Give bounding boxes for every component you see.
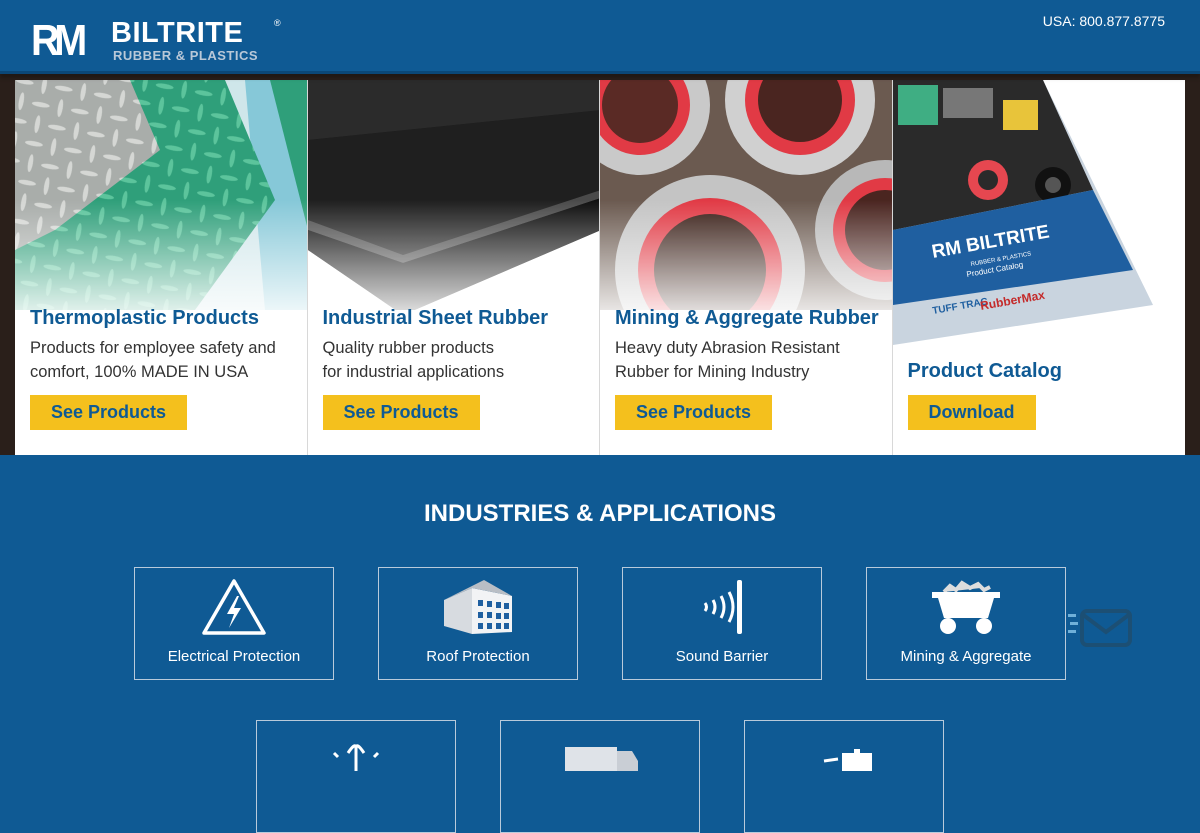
catalog-cover-image[interactable]: RM BILTRITE RUBBER & PLASTICS Product Ca… <box>892 80 1185 350</box>
card-title[interactable]: Industrial Sheet Rubber <box>323 307 549 330</box>
industries-title: INDUSTRIES & APPLICATIONS <box>423 500 777 527</box>
logo-subtitle: RUBBER & PLASTICS <box>113 48 259 63</box>
download-button[interactable]: Download <box>907 395 1036 430</box>
card-title[interactable]: Thermoplastic Products <box>30 307 259 330</box>
industry-electrical-protection[interactable]: Electrical Protection <box>134 567 334 680</box>
industry-mining-aggregate[interactable]: Mining & Aggregate <box>866 567 1066 680</box>
card-description: Products for employee safety and comfort,… <box>30 339 276 381</box>
product-band: Thermoplastic Products Products for empl… <box>0 74 1200 455</box>
logo-rm: RM <box>31 16 87 65</box>
rm-biltrite-logo[interactable]: RM BILTRITE ® RUBBER & PLASTICS <box>31 18 281 64</box>
logo-brand: BILTRITE <box>111 17 244 49</box>
vehicle-icon <box>823 749 872 771</box>
site-header: RM BILTRITE ® RUBBER & PLASTICS USA: 800… <box>0 0 1200 74</box>
card-product-catalog: RM BILTRITE RUBBER & PLASTICS Product Ca… <box>892 80 1185 455</box>
high-voltage-icon <box>202 579 266 635</box>
industry-roof-protection[interactable]: Roof Protection <box>378 567 578 680</box>
card-title[interactable]: Product Catalog <box>908 360 1062 383</box>
industry-label: Electrical Protection <box>167 648 301 665</box>
phone-number[interactable]: USA: 800.877.8775 <box>1043 13 1165 29</box>
building-icon <box>444 580 512 634</box>
mine-cart-icon <box>932 580 1000 634</box>
plant-icon <box>332 744 380 771</box>
product-cards: Thermoplastic Products Products for empl… <box>15 80 1185 455</box>
mail-button[interactable] <box>1066 608 1136 653</box>
card-mining-rubber: Mining & Aggregate Rubber Heavy duty Abr… <box>600 80 893 455</box>
industry-tile-row2-2[interactable] <box>500 720 700 833</box>
logo-registered: ® <box>274 18 281 28</box>
card-sheet-rubber: Industrial Sheet Rubber Quality rubber p… <box>307 80 600 455</box>
industry-tile-row2-1[interactable] <box>256 720 456 833</box>
see-products-button[interactable]: See Products <box>30 395 188 430</box>
industry-tile-row2-3[interactable] <box>744 720 944 833</box>
card-thermoplastic: Thermoplastic Products Products for empl… <box>15 80 308 455</box>
see-products-button[interactable]: See Products <box>322 395 480 430</box>
truck-icon <box>565 747 638 771</box>
industry-label: Sound Barrier <box>675 648 769 665</box>
card-title[interactable]: Mining & Aggregate Rubber <box>615 307 879 330</box>
see-products-button[interactable]: See Products <box>615 395 773 430</box>
card-description: Quality rubber products for industrial ap… <box>322 339 505 381</box>
card-description: Heavy duty Abrasion Resistant Rubber for … <box>615 339 840 381</box>
mail-icon <box>1068 609 1132 647</box>
industry-label: Mining & Aggregate <box>900 648 1032 665</box>
industry-sound-barrier[interactable]: Sound Barrier <box>622 567 822 680</box>
sound-wave-icon <box>703 580 742 634</box>
industry-label: Roof Protection <box>426 648 530 665</box>
